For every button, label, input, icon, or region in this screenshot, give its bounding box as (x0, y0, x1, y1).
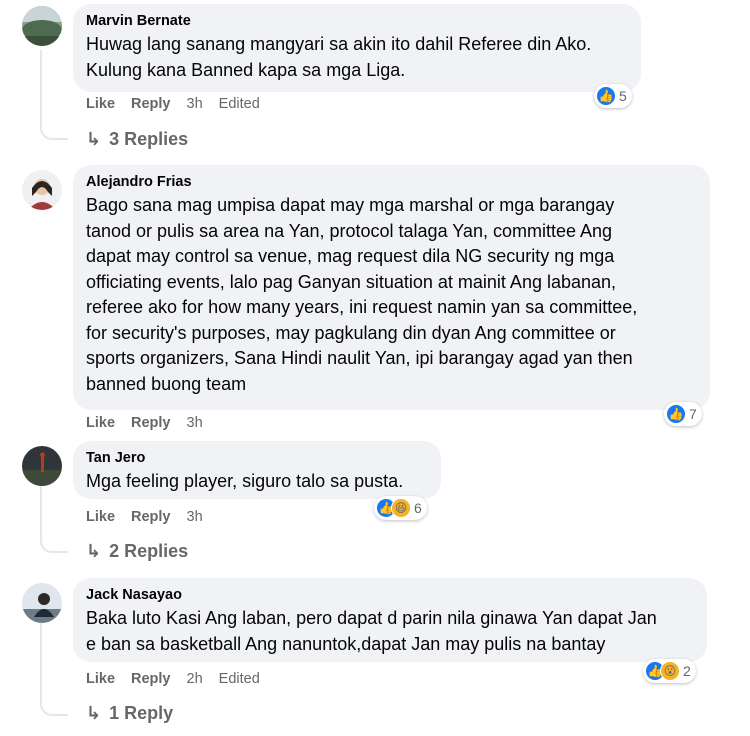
view-replies-button[interactable]: ↳ 2 Replies (86, 541, 188, 562)
avatar[interactable] (22, 583, 62, 623)
thread-line (40, 622, 68, 716)
comment-actions: Like Reply 3h (86, 415, 203, 431)
like-button[interactable]: Like (86, 415, 115, 431)
reaction-count: 6 (414, 500, 422, 516)
reaction-count: 2 (683, 663, 691, 679)
replies-label: 1 Reply (109, 703, 174, 723)
reaction-count: 5 (619, 88, 627, 104)
reply-button[interactable]: Reply (131, 509, 171, 525)
reply-button[interactable]: Reply (131, 415, 171, 431)
like-icon: 👍 (666, 404, 686, 424)
reply-arrow-icon: ↳ (86, 541, 102, 561)
avatar[interactable] (22, 6, 62, 46)
reply-button[interactable]: Reply (131, 671, 171, 687)
reaction-summary[interactable]: 👍 5 (594, 84, 632, 108)
avatar[interactable] (22, 446, 62, 486)
comment-bubble: Alejandro Frias Bago sana mag umpisa dap… (73, 165, 710, 410)
commenter-name[interactable]: Jack Nasayao (86, 586, 693, 604)
commenter-name[interactable]: Alejandro Frias (86, 173, 696, 191)
comment-actions: Like Reply 2h Edited (86, 671, 260, 687)
view-replies-button[interactable]: ↳ 1 Reply (86, 703, 173, 724)
comment-text: Bago sana mag umpisa dapat may mga marsh… (86, 195, 638, 394)
reply-button[interactable]: Reply (131, 96, 171, 112)
comment-bubble: Marvin Bernate Huwag lang sanang mangyar… (73, 4, 641, 92)
thread-line (40, 50, 68, 140)
thread-line (40, 485, 68, 553)
comment-bubble: Jack Nasayao Baka luto Kasi Ang laban, p… (73, 578, 707, 662)
comment-bubble: Tan Jero Mga feeling player, siguro talo… (73, 441, 441, 499)
commenter-name[interactable]: Marvin Bernate (86, 12, 627, 30)
reaction-count: 7 (689, 406, 697, 422)
replies-label: 3 Replies (109, 129, 189, 149)
reaction-summary[interactable]: 👍 😮 2 (643, 659, 696, 683)
view-replies-button[interactable]: ↳ 3 Replies (86, 129, 188, 150)
edited-label[interactable]: Edited (219, 671, 260, 687)
comment-text: Baka luto Kasi Ang laban, pero dapat d p… (86, 608, 657, 654)
comment-text: Mga feeling player, siguro talo sa pusta… (86, 471, 404, 491)
timestamp[interactable]: 3h (187, 509, 203, 525)
avatar[interactable] (22, 170, 62, 210)
reaction-summary[interactable]: 👍 😆 6 (374, 496, 427, 520)
like-button[interactable]: Like (86, 96, 115, 112)
reply-arrow-icon: ↳ (86, 703, 102, 723)
reply-arrow-icon: ↳ (86, 129, 102, 149)
like-button[interactable]: Like (86, 509, 115, 525)
like-button[interactable]: Like (86, 671, 115, 687)
reaction-summary[interactable]: 👍 7 (664, 402, 702, 426)
comment-actions: Like Reply 3h (86, 509, 203, 525)
comment-actions: Like Reply 3h Edited (86, 96, 260, 112)
comment-text: Huwag lang sanang mangyari sa akin ito d… (86, 34, 592, 80)
edited-label[interactable]: Edited (219, 96, 260, 112)
commenter-name[interactable]: Tan Jero (86, 449, 427, 467)
replies-label: 2 Replies (109, 541, 189, 561)
timestamp[interactable]: 3h (187, 96, 203, 112)
like-icon: 👍 (596, 86, 616, 106)
timestamp[interactable]: 3h (187, 415, 203, 431)
wow-icon: 😮 (660, 661, 680, 681)
timestamp[interactable]: 2h (187, 671, 203, 687)
haha-icon: 😆 (391, 498, 411, 518)
